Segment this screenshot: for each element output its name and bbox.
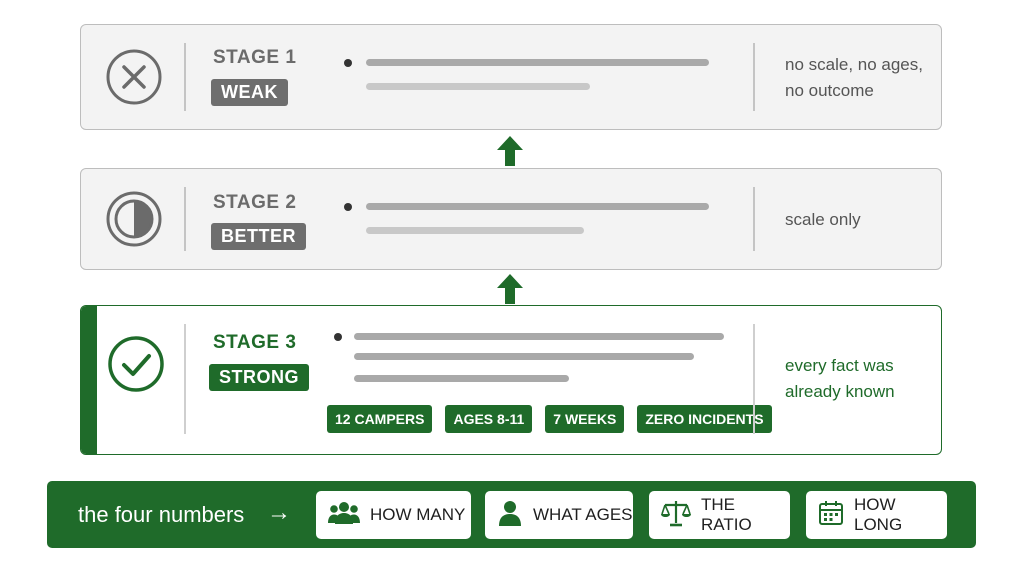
stage-note-line: every fact was bbox=[785, 356, 894, 375]
placeholder-text-line bbox=[354, 353, 694, 360]
key-the-ratio: THE RATIO bbox=[649, 491, 790, 539]
stage-2-card: STAGE 2 BETTER scale only bbox=[80, 168, 942, 270]
group-icon bbox=[328, 500, 360, 531]
divider bbox=[184, 187, 186, 251]
stage-label: STAGE 1 bbox=[213, 47, 297, 68]
divider bbox=[184, 324, 186, 434]
placeholder-text-line bbox=[354, 375, 569, 382]
stage-3-card: STAGE 3 STRONG 12 CAMPERS AGES 8-11 7 WE… bbox=[80, 305, 942, 455]
stage-note: scale only bbox=[785, 207, 861, 233]
stage-note-line: no outcome bbox=[785, 81, 874, 100]
fact-chips: 12 CAMPERS AGES 8-11 7 WEEKS ZERO INCIDE… bbox=[327, 405, 772, 433]
placeholder-text-line bbox=[366, 59, 709, 66]
stage-note-line: no scale, no ages, bbox=[785, 55, 923, 74]
stage-1-card: STAGE 1 WEAK no scale, no ages, no outco… bbox=[80, 24, 942, 130]
up-arrow-icon bbox=[497, 274, 523, 304]
stage-note: no scale, no ages, no outcome bbox=[785, 52, 935, 104]
rating-badge: BETTER bbox=[211, 223, 306, 250]
placeholder-text-line bbox=[354, 333, 724, 340]
fact-chip: 7 WEEKS bbox=[545, 405, 625, 433]
fact-chip: ZERO INCIDENTS bbox=[637, 405, 772, 433]
stage-note-line: scale only bbox=[785, 210, 861, 229]
scales-icon bbox=[661, 499, 691, 532]
key-label: THE RATIO bbox=[701, 495, 752, 534]
calendar-icon bbox=[818, 500, 844, 531]
divider bbox=[753, 187, 755, 251]
person-icon bbox=[497, 500, 523, 531]
key-how-many: HOW MANY bbox=[316, 491, 471, 539]
rating-badge: WEAK bbox=[211, 79, 288, 106]
placeholder-text-line bbox=[366, 203, 709, 210]
bullet-dot bbox=[334, 333, 342, 341]
up-arrow-icon bbox=[497, 136, 523, 166]
stage-label: STAGE 2 bbox=[213, 192, 297, 213]
key-label: HOW MANY bbox=[370, 505, 466, 524]
x-circle-icon bbox=[105, 48, 163, 106]
accent-bar bbox=[81, 306, 97, 454]
bullet-dot bbox=[344, 59, 352, 67]
key-how-long: HOW LONG bbox=[806, 491, 947, 539]
stage-note-line: already known bbox=[785, 382, 895, 401]
placeholder-text-line bbox=[366, 227, 584, 234]
stage-note: every fact was already known bbox=[785, 353, 935, 405]
summary-bar: the four numbers → HOW MANY WHAT AGES TH… bbox=[47, 481, 976, 548]
right-arrow-icon: → bbox=[267, 499, 291, 526]
summary-label: the four numbers bbox=[78, 502, 245, 527]
divider bbox=[753, 43, 755, 111]
key-label: WHAT AGES bbox=[533, 505, 633, 524]
check-circle-icon bbox=[107, 335, 165, 393]
bullet-dot bbox=[344, 203, 352, 211]
key-label: HOW LONG bbox=[854, 495, 903, 534]
stage-label: STAGE 3 bbox=[213, 332, 297, 353]
divider bbox=[184, 43, 186, 111]
fact-chip: AGES 8-11 bbox=[445, 405, 533, 433]
fact-chip: 12 CAMPERS bbox=[327, 405, 433, 433]
key-what-ages: WHAT AGES bbox=[485, 491, 633, 539]
half-circle-icon bbox=[105, 190, 163, 248]
placeholder-text-line bbox=[366, 83, 590, 90]
rating-badge: STRONG bbox=[209, 364, 310, 391]
divider bbox=[753, 324, 755, 434]
